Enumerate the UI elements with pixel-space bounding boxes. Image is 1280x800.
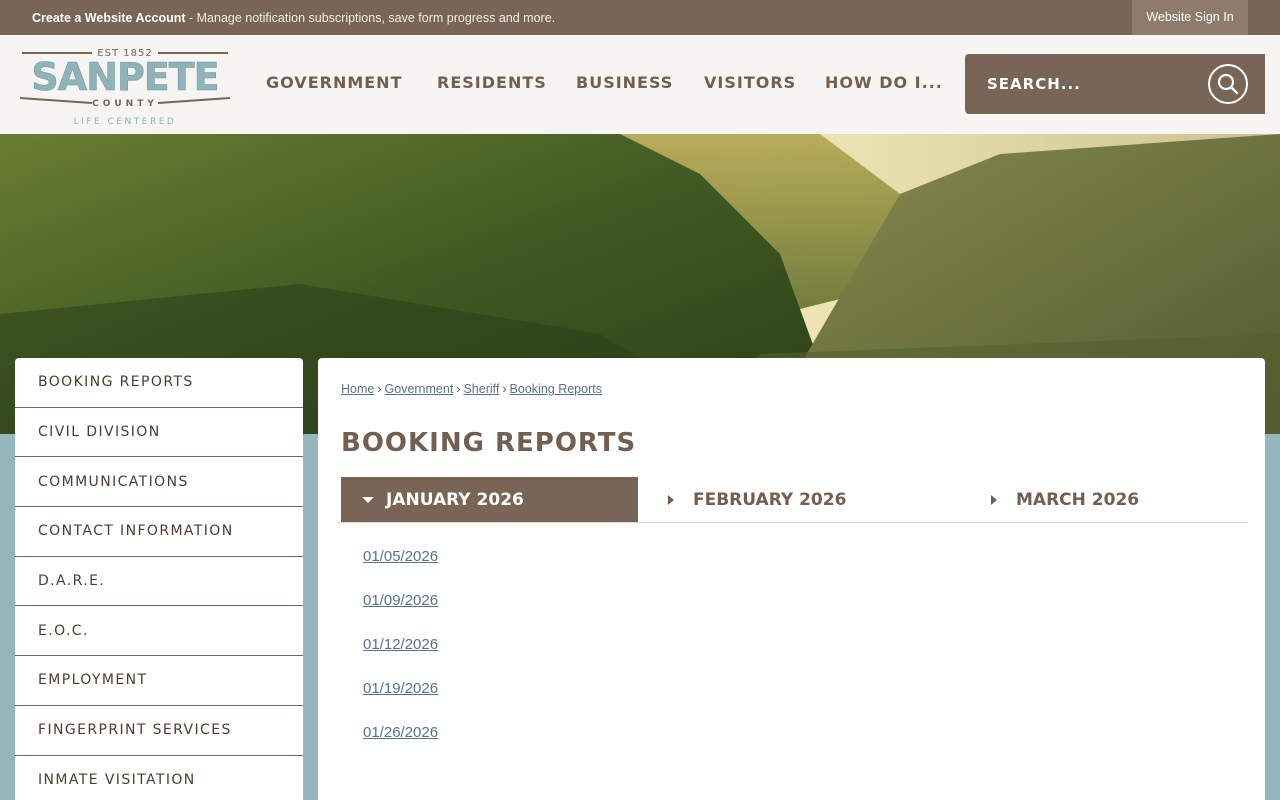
sanpete-county-logo[interactable]: EST 1852 SANPETE COUNTY LIFE CENTERED [18, 43, 232, 127]
search-button[interactable] [1208, 64, 1248, 104]
breadcrumb-booking-reports[interactable]: Booking Reports [510, 382, 602, 396]
caret-right-icon [668, 494, 674, 505]
sidebar-item-communications[interactable]: COMMUNICATIONS [15, 457, 303, 508]
report-list: 01/05/2026 01/09/2026 01/12/2026 01/19/2… [363, 548, 438, 768]
breadcrumb-home[interactable]: Home [341, 382, 374, 396]
sidebar-item-dare[interactable]: D.A.R.E. [15, 557, 303, 607]
nav-visitors[interactable]: VISITORS [704, 73, 796, 92]
page-title: BOOKING REPORTS [341, 428, 637, 458]
logo-name: SANPETE [31, 55, 218, 99]
website-sign-in-button[interactable]: Website Sign In [1132, 0, 1248, 35]
search-input[interactable]: SEARCH... [987, 75, 1081, 93]
search-box[interactable]: SEARCH... [965, 54, 1265, 114]
report-link[interactable]: 01/26/2026 [363, 724, 438, 768]
report-link[interactable]: 01/12/2026 [363, 636, 438, 680]
sidebar-item-employment[interactable]: EMPLOYMENT [15, 656, 303, 706]
create-account-link[interactable]: Create a Website Account [32, 11, 186, 25]
sidebar-nav: BOOKING REPORTS CIVIL DIVISION COMMUNICA… [15, 358, 303, 800]
search-icon [1217, 73, 1239, 95]
sidebar-item-civil-division[interactable]: CIVIL DIVISION [15, 408, 303, 458]
nav-government[interactable]: GOVERNMENT [266, 73, 402, 92]
sidebar-item-eoc[interactable]: E.O.C. [15, 606, 303, 657]
account-banner-text: - Manage notification subscriptions, sav… [185, 11, 556, 25]
top-utility-bar: Create a Website Account - Manage notifi… [0, 0, 1280, 35]
tab-label: JANUARY 2026 [386, 489, 524, 510]
caret-right-icon [991, 494, 997, 505]
nav-how-do-i[interactable]: HOW DO I... [825, 73, 943, 92]
main-content: Home › Government › Sheriff › Booking Reports … [318, 358, 1265, 800]
report-link[interactable]: 01/05/2026 [363, 548, 438, 592]
account-banner: Create a Website Account - Manage notifi… [32, 11, 555, 25]
sidebar-item-contact-information[interactable]: CONTACT INFORMATION [15, 507, 303, 557]
breadcrumb: Home › Government › Sheriff › Booking Reports [341, 382, 602, 396]
breadcrumb-sheriff[interactable]: Sheriff [463, 382, 499, 396]
tab-label: MARCH 2026 [1016, 489, 1140, 510]
sidebar-item-inmate-visitation[interactable]: INMATE VISITATION [15, 756, 303, 800]
sidebar-item-fingerprint-services[interactable]: FINGERPRINT SERVICES [15, 706, 303, 756]
logo-county: COUNTY [92, 99, 158, 109]
caret-down-icon [362, 496, 374, 503]
tab-february-2026[interactable]: FEBRUARY 2026 [668, 477, 968, 522]
site-header: EST 1852 SANPETE COUNTY LIFE CENTERED GO… [0, 35, 1280, 134]
breadcrumb-separator: › [377, 382, 382, 396]
logo-tagline: LIFE CENTERED [74, 117, 177, 127]
breadcrumb-government[interactable]: Government [385, 382, 454, 396]
tab-label: FEBRUARY 2026 [693, 489, 847, 510]
report-link[interactable]: 01/19/2026 [363, 680, 438, 724]
sidebar-item-booking-reports[interactable]: BOOKING REPORTS [15, 358, 303, 408]
tab-march-2026[interactable]: MARCH 2026 [991, 477, 1247, 522]
breadcrumb-separator: › [502, 382, 507, 396]
month-tabs: JANUARY 2026 FEBRUARY 2026 MARCH 2026 [337, 477, 1247, 523]
tab-january-2026[interactable]: JANUARY 2026 [341, 477, 638, 522]
report-link[interactable]: 01/09/2026 [363, 592, 438, 636]
breadcrumb-separator: › [456, 382, 461, 396]
nav-residents[interactable]: RESIDENTS [437, 73, 547, 92]
nav-business[interactable]: BUSINESS [576, 73, 673, 92]
